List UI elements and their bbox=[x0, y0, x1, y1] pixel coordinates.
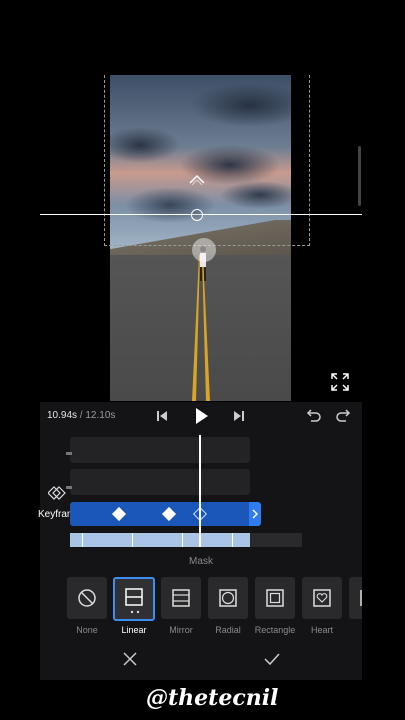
redo-button[interactable] bbox=[334, 406, 354, 426]
scrollbar[interactable] bbox=[358, 146, 361, 206]
mask-option-rectangle[interactable] bbox=[255, 577, 295, 619]
thumb-divider bbox=[232, 533, 233, 547]
play-button[interactable] bbox=[190, 405, 212, 427]
thumb-divider bbox=[82, 533, 83, 547]
rotate-handle[interactable] bbox=[192, 238, 216, 262]
thumb-divider bbox=[182, 533, 183, 547]
mask-option-radial[interactable] bbox=[208, 577, 248, 619]
current-time: 10.94s bbox=[47, 410, 78, 421]
mask-option-linear[interactable] bbox=[113, 577, 155, 621]
next-frame-button[interactable] bbox=[229, 406, 249, 426]
total-time: 12.10s bbox=[85, 410, 116, 421]
feather-chevron-up-icon[interactable] bbox=[187, 172, 207, 186]
mask-option-partial[interactable] bbox=[349, 577, 362, 619]
mirror-mask-icon bbox=[172, 589, 190, 607]
circle-slash-icon bbox=[78, 589, 96, 607]
time-display: 10.94s / 12.10s bbox=[47, 406, 115, 426]
track-row[interactable] bbox=[70, 469, 250, 495]
keyframe-diamond-icon[interactable] bbox=[48, 486, 70, 500]
mask-center-handle[interactable] bbox=[191, 209, 203, 221]
watermark-text: @thetecnil bbox=[146, 685, 279, 711]
undo-button[interactable] bbox=[303, 406, 323, 426]
radial-mask-icon bbox=[219, 589, 237, 607]
more-options-dots-icon[interactable] bbox=[129, 610, 141, 614]
partial-mask-icon bbox=[360, 590, 362, 606]
video-thumbnail-strip-end[interactable] bbox=[250, 533, 302, 547]
mask-option-none[interactable] bbox=[67, 577, 107, 619]
thumb-divider bbox=[132, 533, 133, 547]
video-thumbnail-strip[interactable] bbox=[70, 533, 250, 547]
previous-frame-button[interactable] bbox=[152, 406, 172, 426]
mask-option-heart[interactable] bbox=[302, 577, 342, 619]
close-icon[interactable] bbox=[120, 649, 140, 669]
heart-mask-icon bbox=[313, 589, 331, 607]
fullscreen-icon[interactable] bbox=[330, 372, 350, 392]
rectangle-mask-icon bbox=[266, 589, 284, 607]
track-trim-handle-icon[interactable] bbox=[249, 502, 261, 526]
mask-option-label: Heart bbox=[310, 625, 333, 635]
checkmark-icon[interactable] bbox=[262, 649, 282, 669]
mask-bounds-dashed bbox=[104, 75, 310, 246]
mask-option-mirror[interactable] bbox=[161, 577, 201, 619]
track-row[interactable] bbox=[70, 437, 250, 463]
mask-panel-title: Mask bbox=[189, 556, 213, 567]
playhead[interactable] bbox=[199, 435, 201, 547]
track-marker bbox=[66, 452, 72, 455]
